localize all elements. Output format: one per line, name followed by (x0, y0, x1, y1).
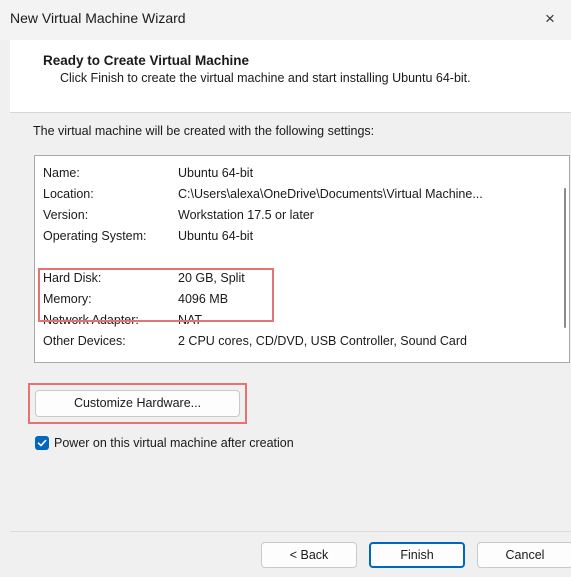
setting-label: Other Devices: (43, 334, 126, 348)
setting-label: Hard Disk: (43, 271, 102, 285)
power-on-checkbox[interactable] (35, 436, 49, 450)
settings-intro: The virtual machine will be created with… (33, 124, 375, 138)
setting-label: Name: (43, 166, 80, 180)
settings-summary-box[interactable]: Name: Ubuntu 64-bit Location: C:\Users\a… (34, 155, 570, 363)
setting-label: Location: (43, 187, 94, 201)
page-description: Click Finish to create the virtual machi… (60, 71, 471, 85)
wizard-footer: < Back Finish Cancel (10, 532, 571, 577)
setting-value: 2 CPU cores, CD/DVD, USB Controller, Sou… (178, 334, 467, 348)
page-title: Ready to Create Virtual Machine (43, 53, 250, 68)
setting-value: 20 GB, Split (178, 271, 245, 285)
scrollbar-thumb[interactable] (564, 188, 566, 328)
finish-button[interactable]: Finish (369, 542, 465, 568)
wizard-body: The virtual machine will be created with… (10, 113, 571, 531)
wizard-header: Ready to Create Virtual Machine Click Fi… (10, 40, 571, 112)
checkmark-icon (37, 439, 47, 447)
customize-hardware-button[interactable]: Customize Hardware... (35, 390, 240, 417)
setting-value: NAT (178, 313, 203, 327)
setting-value: Ubuntu 64-bit (178, 166, 254, 180)
setting-value: 4096 MB (178, 292, 229, 306)
close-icon[interactable]: × (545, 4, 571, 34)
back-button[interactable]: < Back (261, 542, 357, 568)
window-title: New Virtual Machine Wizard (10, 10, 186, 26)
setting-value: Ubuntu 64-bit (178, 229, 254, 243)
setting-label: Operating System: (43, 229, 147, 243)
title-bar: New Virtual Machine Wizard × (0, 0, 571, 40)
cancel-button[interactable]: Cancel (477, 542, 571, 568)
power-on-label: Power on this virtual machine after crea… (54, 436, 294, 450)
setting-value: Workstation 17.5 or later (178, 208, 314, 222)
setting-label: Network Adapter: (43, 313, 139, 327)
setting-label: Version: (43, 208, 89, 222)
setting-value: C:\Users\alexa\OneDrive\Documents\Virtua… (178, 187, 483, 201)
setting-label: Memory: (43, 292, 92, 306)
wizard-window: New Virtual Machine Wizard × Ready to Cr… (0, 0, 571, 577)
